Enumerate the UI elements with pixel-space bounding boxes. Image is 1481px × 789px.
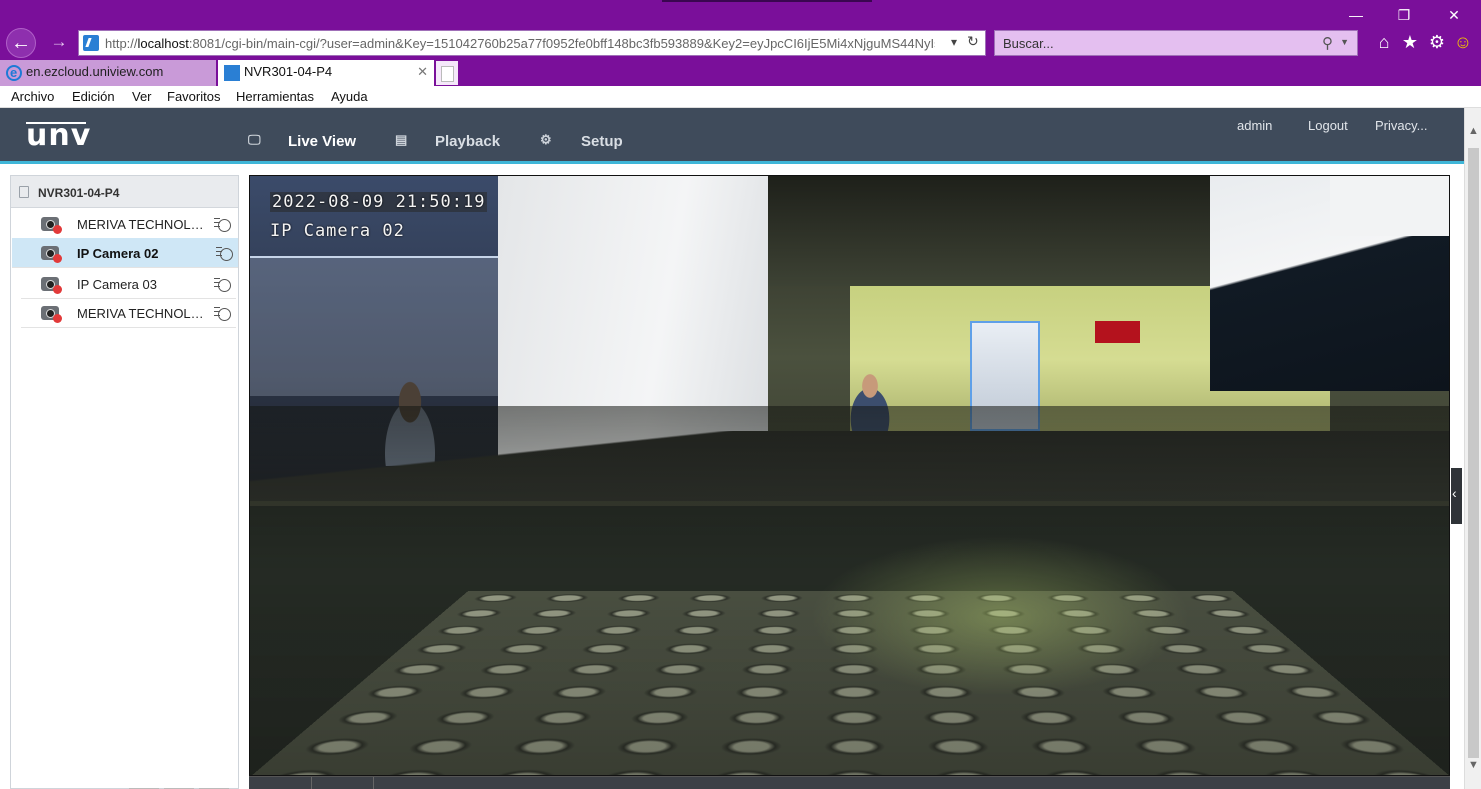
forward-arrow-icon[interactable]: → — [46, 30, 72, 56]
nvr-device-icon — [19, 186, 29, 198]
nvr-name: NVR301-04-P4 — [38, 186, 120, 200]
live-video-window[interactable]: 2022-08-09 21:50:19 IP Camera 02 — [249, 175, 1450, 776]
menu-favoritos[interactable]: Favoritos — [167, 89, 220, 104]
scene-red-sign — [1095, 321, 1140, 343]
tab-live-view[interactable]: 🖵 Live View — [228, 108, 380, 164]
tools-gear-icon[interactable]: ⚙ — [1426, 31, 1448, 53]
address-bar[interactable]: http://localhost:8081/cgi-bin/main-cgi/?… — [78, 30, 986, 56]
address-dropdown-icon[interactable]: ▾ — [951, 35, 957, 49]
gear-icon: ⚙ — [540, 132, 552, 147]
tab-playback[interactable]: ▤ Playback — [395, 108, 505, 161]
titlebar-notch — [662, 0, 872, 2]
monitor-icon: 🖵 — [248, 132, 261, 147]
logout-link[interactable]: Logout — [1308, 118, 1348, 133]
tab-label: Live View — [288, 133, 357, 150]
record-icon[interactable] — [214, 216, 232, 232]
camera-offline-icon — [41, 217, 62, 234]
url-rest: :8081/cgi-bin/main-cgi/?user=admin&Key=1… — [188, 36, 935, 51]
film-icon: ▤ — [395, 132, 408, 147]
new-tab-button[interactable] — [436, 61, 458, 85]
site-favicon-icon — [83, 35, 99, 51]
refresh-icon[interactable]: ↻ — [967, 33, 979, 50]
record-icon[interactable] — [214, 276, 232, 292]
search-box[interactable]: Buscar... ⚲ ▼ — [994, 30, 1358, 56]
browser-tab-nvr[interactable]: NVR301-04-P4 ✕ — [218, 60, 434, 86]
page-scrollbar[interactable]: ▲ ▼ — [1464, 108, 1481, 789]
osd-timestamp: 2022-08-09 21:50:19 — [270, 192, 488, 212]
toolbar-separator — [373, 777, 374, 789]
menu-ver[interactable]: Ver — [132, 89, 152, 104]
browser-tab-row: en.ezcloud.uniview.com NVR301-04-P4 ✕ — [0, 58, 1481, 86]
toolbar-separator — [311, 777, 312, 789]
scene-glass — [250, 256, 500, 396]
record-icon[interactable] — [214, 305, 232, 321]
scroll-thumb[interactable] — [1468, 148, 1479, 758]
tab-label: Playback — [435, 133, 501, 150]
ie-icon — [6, 61, 22, 85]
scene-banner-top — [1330, 176, 1449, 236]
browser-menubar: Archivo Edición Ver Favoritos Herramient… — [0, 86, 1481, 108]
camera-row-selected[interactable]: IP Camera 02 — [12, 238, 238, 268]
address-url[interactable]: http://localhost:8081/cgi-bin/main-cgi/?… — [105, 36, 935, 52]
browser-titlebar: — ❐ ✕ ← → http://localhost:8081/cgi-bin/… — [0, 0, 1481, 58]
url-prefix: http:// — [105, 36, 138, 51]
camera-icon — [41, 246, 62, 263]
camera-row[interactable]: MERIVA TECHNOLO... — [21, 209, 236, 239]
panel-buttons — [129, 784, 239, 789]
search-icon[interactable]: ⚲ — [1322, 34, 1333, 52]
home-icon[interactable]: ⌂ — [1373, 31, 1395, 53]
scroll-down-icon[interactable]: ▼ — [1465, 756, 1481, 774]
tab-label: Setup — [581, 133, 623, 150]
camera-offline-icon — [41, 306, 62, 323]
restore-button[interactable]: ❐ — [1390, 4, 1418, 26]
nvr-node[interactable]: NVR301-04-P4 — [11, 176, 238, 208]
camera-row[interactable]: IP Camera 03 — [21, 269, 236, 299]
close-button[interactable]: ✕ — [1440, 4, 1468, 26]
device-panel: NVR301-04-P4 MERIVA TECHNOLO... IP Camer… — [10, 175, 239, 789]
camera-row[interactable]: MERIVA TECHNOLO... — [21, 298, 236, 328]
record-icon[interactable] — [216, 245, 234, 261]
tab-label: en.ezcloud.uniview.com — [26, 64, 164, 79]
app-header: unv 🖵 Live View ▤ Playback ⚙ Setup admin… — [0, 108, 1464, 164]
browser-tab-ezcloud[interactable]: en.ezcloud.uniview.com — [0, 60, 216, 86]
scene-floor-glow — [810, 536, 1190, 696]
tab-close-icon[interactable]: ✕ — [417, 60, 428, 84]
unv-logo: unv — [26, 118, 91, 153]
menu-herramientas[interactable]: Herramientas — [236, 89, 314, 104]
menu-edicion[interactable]: Edición — [72, 89, 115, 104]
search-placeholder: Buscar... — [1003, 36, 1054, 51]
tab-setup[interactable]: ⚙ Setup — [540, 108, 630, 161]
url-host: localhost — [137, 36, 189, 51]
scroll-up-icon[interactable]: ▲ — [1465, 122, 1481, 140]
camera-name: IP Camera 02 — [77, 246, 159, 261]
collapse-panel-handle[interactable] — [1451, 468, 1462, 524]
search-dropdown-icon[interactable]: ▼ — [1340, 37, 1349, 47]
osd-camera-name: IP Camera 02 — [270, 221, 405, 241]
camera-name: MERIVA TECHNOLO... — [77, 217, 211, 232]
site-favicon-icon — [224, 65, 240, 81]
video-toolbar — [249, 776, 1450, 789]
camera-name: MERIVA TECHNOLO... — [77, 306, 211, 321]
feedback-smiley-icon[interactable]: ☺ — [1452, 31, 1474, 53]
camera-name: IP Camera 03 — [77, 277, 157, 292]
logo-bar — [26, 122, 86, 124]
user-name[interactable]: admin — [1237, 118, 1272, 133]
camera-offline-icon — [41, 277, 62, 294]
favorites-star-icon[interactable]: ★ — [1399, 31, 1421, 53]
minimize-button[interactable]: — — [1342, 4, 1370, 26]
privacy-link[interactable]: Privacy... — [1375, 118, 1428, 133]
back-arrow-icon[interactable]: ← — [6, 28, 36, 58]
menu-archivo[interactable]: Archivo — [11, 89, 54, 104]
menu-ayuda[interactable]: Ayuda — [331, 89, 368, 104]
tab-label: NVR301-04-P4 — [244, 64, 333, 79]
